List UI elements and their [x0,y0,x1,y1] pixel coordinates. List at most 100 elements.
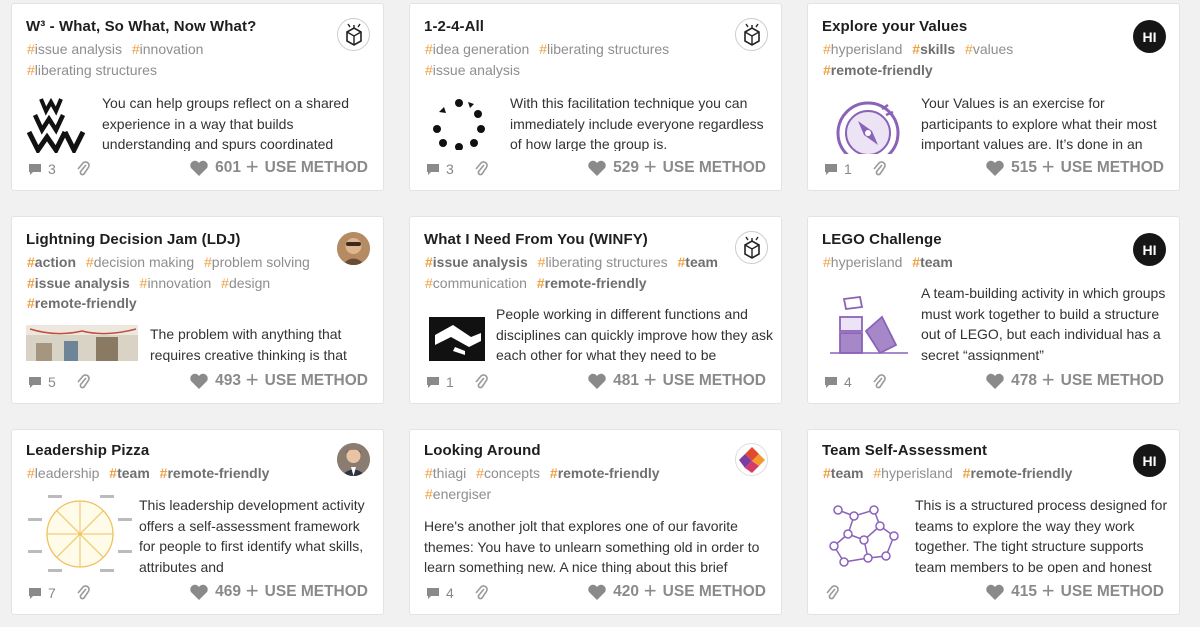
tag[interactable]: #remote-friendly [27,295,137,311]
tag[interactable]: #hyperisland [823,254,902,270]
method-card[interactable]: Looking Around #thiagi #concepts #remote… [409,429,782,615]
comment-icon [427,377,439,388]
tag[interactable]: #problem solving [204,254,310,270]
paperclip-icon[interactable] [872,161,886,181]
tag[interactable]: #remote-friendly [823,62,933,78]
tag[interactable]: #concepts [476,465,540,481]
likes-button[interactable]: 420 [587,583,639,601]
tag[interactable]: #action [27,254,76,270]
paperclip-icon[interactable] [76,161,90,181]
card-title[interactable]: W³ - What, So What, Now What? [26,18,256,35]
likes-button[interactable]: 478 [985,372,1037,390]
use-method-button[interactable]: + USE METHOD [644,156,766,178]
card-title[interactable]: Leadership Pizza [26,442,149,459]
paperclip-icon[interactable] [474,585,488,605]
paperclip-icon[interactable] [872,374,886,394]
comments-count[interactable]: 3 [27,161,56,177]
tag[interactable]: #remote-friendly [963,465,1073,481]
paperclip-icon[interactable] [825,585,839,605]
tag[interactable]: #values [965,41,1013,57]
tag[interactable]: #leadership [27,465,99,481]
card-title[interactable]: Lightning Decision Jam (LDJ) [26,231,240,248]
tag[interactable]: #innovation [140,275,212,291]
method-card[interactable]: Leadership Pizza #leadership #team #remo… [11,429,384,615]
tag[interactable]: #team [678,254,718,270]
paperclip-icon[interactable] [76,374,90,394]
card-title[interactable]: LEGO Challenge [822,231,942,248]
method-card[interactable]: Lightning Decision Jam (LDJ) #action #de… [11,216,384,404]
card-title[interactable]: Looking Around [424,442,541,459]
tag[interactable]: #issue analysis [425,254,528,270]
tag[interactable]: #issue analysis [425,62,520,78]
card-description: The problem with anything that requires … [150,326,347,362]
likes-button[interactable]: 529 [587,159,639,177]
use-method-button[interactable]: + USE METHOD [1041,578,1164,603]
plus-icon: + [1041,578,1055,603]
comments-count[interactable]: 7 [27,585,56,601]
tag[interactable]: #liberating structures [538,254,668,270]
tag[interactable]: #hyperisland [823,41,902,57]
tag[interactable]: #hyperisland [873,465,952,481]
comment-icon [427,164,439,175]
use-method-button[interactable]: + USE METHOD [246,156,368,178]
likes-button[interactable]: 515 [985,159,1037,177]
tag-list: #thiagi #concepts #remote-friendly #ener… [425,463,745,504]
method-card[interactable]: What I Need From You (WINFY) #issue anal… [409,216,782,404]
likes-button[interactable]: 493 [189,372,241,390]
use-method-button[interactable]: + USE METHOD [246,580,368,602]
method-card[interactable]: Explore your Values HI #hyperisland #ski… [807,3,1180,191]
use-method-button[interactable]: + USE METHOD [644,369,766,391]
tag[interactable]: #design [221,275,270,291]
paperclip-icon[interactable] [474,374,488,394]
tag[interactable]: #liberating structures [539,41,669,57]
tag[interactable]: #remote-friendly [160,465,270,481]
comments-count[interactable]: 1 [823,161,852,177]
tag-list: #action #decision making #problem solvin… [27,252,357,314]
tag[interactable]: #remote-friendly [537,275,647,291]
method-card[interactable]: LEGO Challenge HI #hyperisland #team A t… [807,216,1180,404]
use-method-button[interactable]: + USE METHOD [1042,369,1164,391]
heart-icon [190,160,208,176]
tag[interactable]: #issue analysis [27,275,130,291]
tag[interactable]: #communication [425,275,527,291]
card-title[interactable]: 1-2-4-All [424,18,484,35]
www-logo-thumbnail [27,97,87,153]
tag[interactable]: #innovation [132,41,204,57]
comment-icon [825,164,837,175]
network-nodes-thumbnail [824,496,904,572]
tag[interactable]: #skills [912,41,955,57]
tag[interactable]: #liberating structures [27,62,157,78]
tag[interactable]: #issue analysis [27,41,122,57]
use-method-button[interactable]: + USE METHOD [644,580,766,602]
comments-count[interactable]: 3 [425,161,454,177]
tag-list: #hyperisland #skills #values #remote-fri… [823,39,1143,80]
tag[interactable]: #remote-friendly [550,465,660,481]
tag[interactable]: #decision making [86,254,194,270]
paperclip-icon[interactable] [474,161,488,181]
likes-button[interactable]: 481 [587,372,639,390]
comments-count[interactable]: 5 [27,374,56,390]
tag[interactable]: #idea generation [425,41,529,57]
paperclip-icon[interactable] [76,585,90,605]
likes-button[interactable]: 415 [985,583,1037,601]
method-card[interactable]: Team Self-Assessment HI #team #hyperisla… [807,429,1180,615]
use-method-button[interactable]: + USE METHOD [246,369,368,391]
tag[interactable]: #team [109,465,149,481]
card-footer: 4 478 + USE METHOD [808,369,1179,395]
comments-count[interactable]: 4 [425,585,454,601]
method-card[interactable]: W³ - What, So What, Now What? #issue ana… [11,3,384,191]
card-title[interactable]: Explore your Values [822,18,967,35]
tag[interactable]: #team [912,254,952,270]
method-card[interactable]: 1-2-4-All #idea generation #liberating s… [409,3,782,191]
comments-count[interactable]: 1 [425,374,454,390]
likes-button[interactable]: 469 [189,583,241,601]
tag[interactable]: #team [823,465,863,481]
card-title[interactable]: Team Self-Assessment [822,442,987,459]
likes-button[interactable]: 601 [189,159,241,177]
tag[interactable]: #energiser [425,486,491,502]
card-title[interactable]: What I Need From You (WINFY) [424,231,648,248]
use-method-button[interactable]: + USE METHOD [1042,156,1164,178]
tag[interactable]: #thiagi [425,465,466,481]
comments-count[interactable]: 4 [823,374,852,390]
circle-dots-thumbnail [428,98,490,150]
